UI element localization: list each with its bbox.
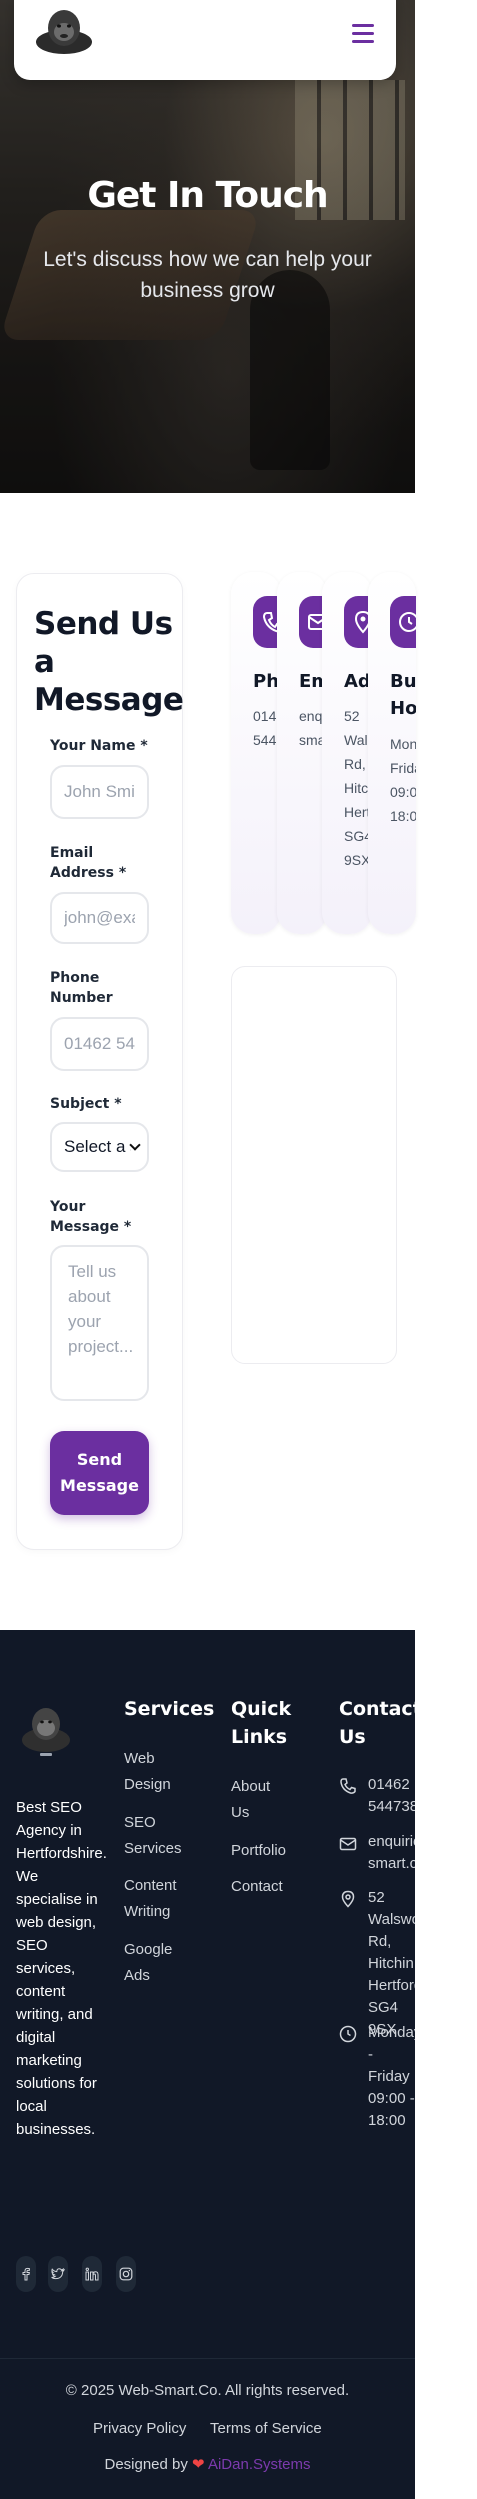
form-title: Send Us a Message: [34, 606, 184, 718]
footer-link-google-ads[interactable]: Google Ads: [124, 1937, 184, 1989]
footer-link-contact[interactable]: Contact: [231, 1874, 283, 1900]
gorilla-logo[interactable]: [16, 1700, 76, 1760]
location-icon: [341, 1890, 355, 1908]
info-card-hours: Business Hours Monday - Friday 09:00 - 1…: [368, 572, 416, 934]
message-label: Your Message *: [50, 1199, 132, 1235]
email-input[interactable]: [50, 892, 149, 944]
footer-quick-links-heading: Quick Links: [231, 1698, 292, 1748]
chevron-down-icon: [129, 1139, 141, 1151]
name-label: Your Name *: [50, 738, 148, 754]
designer-link[interactable]: AiDan.Systems: [208, 2456, 311, 2473]
linkedin-icon[interactable]: [82, 2256, 102, 2292]
footer-services-heading: Services: [124, 1698, 215, 1720]
footer-contact-email[interactable]: enquiries@web-smart.co: [368, 1831, 415, 1875]
clock-icon: [390, 596, 416, 648]
footer-link-seo-services[interactable]: SEO Services: [124, 1810, 194, 1862]
info-card-title: Business Hours: [390, 671, 416, 719]
heart-icon: ❤: [192, 2456, 205, 2473]
map-embed[interactable]: [231, 966, 397, 1364]
info-card-email: Email enquiries@web-smart.co: [277, 572, 327, 934]
footer-about: Best SEO Agency in Hertfordshire. We spe…: [16, 1799, 107, 2138]
hero-title: Get In Touch: [87, 175, 328, 216]
footer-copyright: © 2025 Web-Smart.Co. All rights reserved…: [65, 2382, 350, 2399]
facebook-icon[interactable]: [16, 2256, 36, 2292]
footer-link-web-design[interactable]: Web Design: [124, 1746, 184, 1798]
info-card-address: Address 52 Walsworth Rd, Hitchin, Hertfo…: [322, 572, 372, 934]
footer-contact-phone[interactable]: 01462 544738: [368, 1774, 415, 1818]
message-textarea[interactable]: Tell us about your project...: [50, 1245, 149, 1401]
clock-icon: [339, 2025, 357, 2043]
twitter-icon[interactable]: [48, 2256, 68, 2292]
info-card-detail: Monday - Friday 09:00 - 18:00: [390, 736, 416, 824]
subject-select[interactable]: Select a subject: [50, 1122, 149, 1172]
phone-icon: [340, 1778, 356, 1794]
site-header: [14, 0, 396, 80]
phone-label: Phone Number: [50, 970, 113, 1006]
hero-subtitle: Let's discuss how we can help your busin…: [43, 248, 372, 302]
message-placeholder: Tell us about your project...: [68, 1262, 134, 1356]
subject-label: Subject *: [50, 1096, 122, 1112]
footer-designed-by: Designed by ❤ AiDan.Systems: [0, 2455, 415, 2473]
footer-link-about-us[interactable]: About Us: [231, 1774, 291, 1826]
footer-divider: [0, 2358, 415, 2359]
footer-contact-address: 52 Walsworth Rd, Hitchin, Hertfordshire …: [368, 1889, 415, 2038]
instagram-icon[interactable]: [116, 2256, 136, 2292]
send-message-button[interactable]: Send Message: [50, 1431, 149, 1515]
email-label: Email Address *: [50, 845, 127, 881]
hamburger-menu-icon[interactable]: [352, 24, 374, 44]
footer-link-portfolio[interactable]: Portfolio: [231, 1838, 286, 1864]
email-icon: [339, 1837, 357, 1851]
subject-selected-value: Select a subject: [64, 1137, 131, 1156]
footer-link-content-writing[interactable]: Content Writing: [124, 1873, 194, 1925]
designed-by-label: Designed by: [104, 2456, 188, 2473]
name-input[interactable]: [50, 765, 149, 819]
footer-contact-hours: Monday - Friday 09:00 - 18:00: [368, 2024, 415, 2129]
info-card-phone: Phone 01462 544738: [231, 572, 281, 934]
gorilla-logo[interactable]: [34, 6, 94, 56]
phone-input[interactable]: [50, 1017, 149, 1071]
footer-link-privacy-policy[interactable]: Privacy Policy: [93, 2420, 186, 2437]
footer-link-terms-of-service[interactable]: Terms of Service: [210, 2420, 322, 2437]
footer-contact-heading: Contact Us: [339, 1698, 415, 1748]
